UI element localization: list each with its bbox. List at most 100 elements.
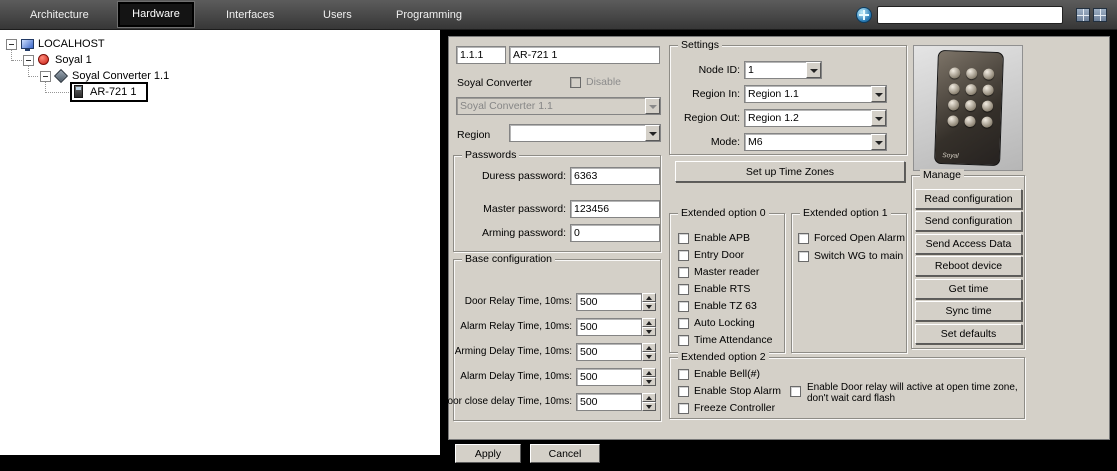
checkbox-box[interactable] <box>678 335 689 346</box>
chevron-down-icon[interactable] <box>871 86 886 102</box>
apply-button[interactable]: Apply <box>455 444 521 463</box>
checkbox-box[interactable] <box>678 403 689 414</box>
node-id-dropdown[interactable]: 1 <box>744 61 822 79</box>
checkbox-enable-rts[interactable]: Enable RTS <box>678 283 750 295</box>
add-icon[interactable] <box>856 7 872 23</box>
arming-delay-time-field[interactable] <box>576 343 642 361</box>
node-id-label: Node ID: <box>699 64 740 76</box>
tree-expander-localhost[interactable] <box>6 39 17 50</box>
checkbox-forced-open-alarm[interactable]: Forced Open Alarm <box>798 232 905 244</box>
spin-down-icon[interactable] <box>642 377 656 386</box>
send-configuration-button[interactable]: Send configuration <box>915 211 1022 231</box>
door-close-delay-field[interactable] <box>576 393 642 411</box>
master-password-field[interactable] <box>570 200 660 218</box>
tree-expander-soyal[interactable] <box>23 55 34 66</box>
checkbox-switch-wg[interactable]: Switch WG to main <box>798 250 903 262</box>
parent-converter-dropdown: Soyal Converter 1.1 <box>456 97 661 115</box>
checkbox-master-reader[interactable]: Master reader <box>678 266 759 278</box>
checkbox-box[interactable] <box>678 318 689 329</box>
spin-down-icon[interactable] <box>642 402 656 411</box>
checkbox-auto-locking[interactable]: Auto Locking <box>678 317 755 329</box>
object-tree[interactable]: LOCALHOST Soyal 1 Soyal Converter 1.1 AR… <box>0 30 440 455</box>
checkbox-box[interactable] <box>678 250 689 261</box>
chevron-down-icon[interactable] <box>645 125 660 141</box>
checkbox-enable-tz63[interactable]: Enable TZ 63 <box>678 300 757 312</box>
checkbox-box[interactable] <box>678 369 689 380</box>
checkbox-enable-stop-alarm[interactable]: Enable Stop Alarm <box>678 385 781 397</box>
tree-item-soyal[interactable]: Soyal 1 <box>55 53 92 67</box>
region-out-label: Region Out: <box>684 112 740 124</box>
region-dropdown[interactable] <box>509 124 661 142</box>
checkbox-box[interactable] <box>678 386 689 397</box>
spin-up-icon[interactable] <box>642 343 656 352</box>
tree-expander-converter[interactable] <box>40 71 51 82</box>
setup-timezones-button[interactable]: Set up Time Zones <box>675 161 905 182</box>
layout-grid-icon-2[interactable] <box>1093 8 1107 22</box>
alarm-relay-time-field[interactable] <box>576 318 642 336</box>
chevron-down-icon[interactable] <box>871 134 886 150</box>
chevron-down-icon[interactable] <box>871 110 886 126</box>
checkbox-box[interactable] <box>678 233 689 244</box>
checkbox-box[interactable] <box>678 301 689 312</box>
menu-users[interactable]: Users <box>323 0 352 30</box>
device-icon <box>74 85 83 98</box>
checkbox-freeze-controller[interactable]: Freeze Controller <box>678 402 775 414</box>
reboot-device-button[interactable]: Reboot device <box>915 256 1022 276</box>
spin-down-icon[interactable] <box>642 327 656 336</box>
checkbox-entry-door[interactable]: Entry Door <box>678 249 744 261</box>
alarm-delay-time-spinner[interactable] <box>576 368 656 386</box>
arming-delay-time-label: Arming Delay Time, 10ms: <box>455 346 572 357</box>
door-relay-time-spinner[interactable] <box>576 293 656 311</box>
checkbox-box[interactable] <box>678 284 689 295</box>
sync-time-button[interactable]: Sync time <box>915 301 1022 321</box>
send-access-data-button[interactable]: Send Access Data <box>915 234 1022 254</box>
spin-down-icon[interactable] <box>642 352 656 361</box>
region-out-dropdown[interactable]: Region 1.2 <box>744 109 887 127</box>
checkbox-box[interactable] <box>678 267 689 278</box>
menu-interfaces[interactable]: Interfaces <box>226 0 274 30</box>
read-configuration-button[interactable]: Read configuration <box>915 189 1022 209</box>
checkbox-door-relay-open-time[interactable] <box>790 386 801 397</box>
tree-item-localhost[interactable]: LOCALHOST <box>38 37 105 51</box>
spin-up-icon[interactable] <box>642 393 656 402</box>
alarm-relay-time-spinner[interactable] <box>576 318 656 336</box>
disable-label: Disable <box>586 76 621 88</box>
parent-type-label: Soyal Converter <box>457 77 532 89</box>
manage-group: Manage Read configuration Send configura… <box>911 175 1025 349</box>
arming-delay-time-spinner[interactable] <box>576 343 656 361</box>
tree-item-ar721[interactable]: AR-721 1 <box>90 85 136 99</box>
checkbox-box[interactable] <box>798 251 809 262</box>
cancel-button[interactable]: Cancel <box>530 444 600 463</box>
duress-password-field[interactable] <box>570 167 660 185</box>
chevron-down-icon[interactable] <box>806 62 821 78</box>
checkbox-box[interactable] <box>798 233 809 244</box>
settings-panel-frame: Soyal Converter Disable Soyal Converter … <box>440 30 1117 471</box>
door-relay-time-field[interactable] <box>576 293 642 311</box>
spin-up-icon[interactable] <box>642 368 656 377</box>
spin-down-icon[interactable] <box>642 302 656 311</box>
door-close-delay-spinner[interactable] <box>576 393 656 411</box>
extended-option2-group: Extended option 2 Enable Bell(#) Enable … <box>669 357 1025 419</box>
get-time-button[interactable]: Get time <box>915 279 1022 299</box>
menu-architecture[interactable]: Architecture <box>30 0 89 30</box>
tree-item-converter[interactable]: Soyal Converter 1.1 <box>72 69 169 83</box>
alarm-delay-time-field[interactable] <box>576 368 642 386</box>
checkbox-time-attendance[interactable]: Time Attendance <box>678 334 772 346</box>
disable-checkbox-row[interactable]: Disable <box>570 76 621 88</box>
set-defaults-button[interactable]: Set defaults <box>915 324 1022 344</box>
disable-checkbox[interactable] <box>570 77 581 88</box>
menu-programming[interactable]: Programming <box>396 0 462 30</box>
spin-up-icon[interactable] <box>642 318 656 327</box>
checkbox-enable-bell[interactable]: Enable Bell(#) <box>678 368 760 380</box>
spin-up-icon[interactable] <box>642 293 656 302</box>
arming-password-field[interactable] <box>570 224 660 242</box>
mode-dropdown[interactable]: M6 <box>744 133 887 151</box>
object-name-field[interactable] <box>509 46 660 64</box>
checkbox-enable-apb[interactable]: Enable APB <box>678 232 750 244</box>
layout-grid-icon[interactable] <box>1076 8 1090 22</box>
region-in-dropdown[interactable]: Region 1.1 <box>744 85 887 103</box>
menu-hardware[interactable]: Hardware <box>117 1 195 28</box>
keypad-image: Soyal <box>934 50 1004 166</box>
search-input[interactable] <box>877 6 1063 24</box>
object-id-field[interactable] <box>456 46 506 64</box>
